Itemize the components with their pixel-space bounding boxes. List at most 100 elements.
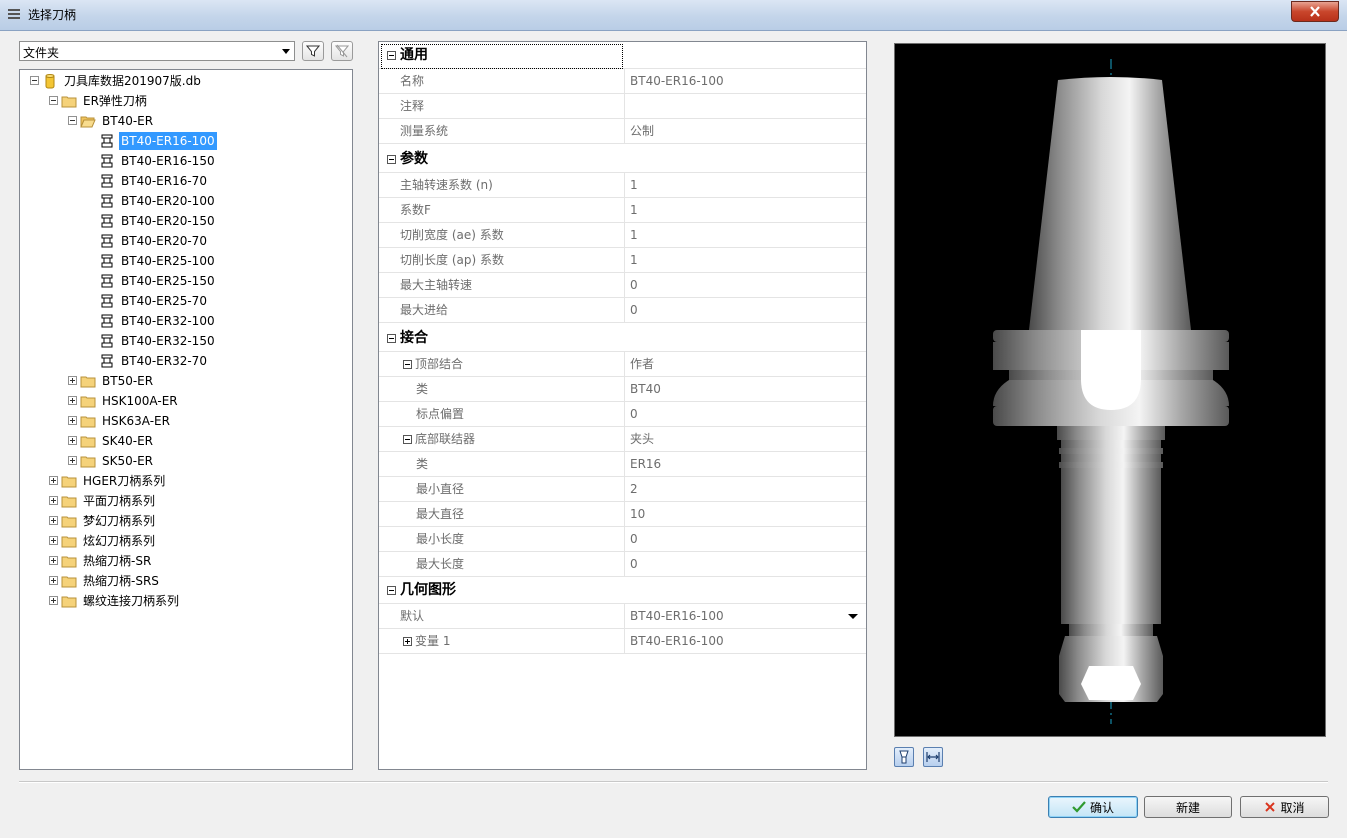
filter-button[interactable] xyxy=(302,41,324,61)
property-row[interactable]: 最大进给 0 xyxy=(379,298,866,323)
collapse-icon[interactable] xyxy=(387,586,396,595)
property-value[interactable]: 0 xyxy=(624,273,866,297)
property-row[interactable]: 最大长度 0 xyxy=(379,552,866,577)
expand-icon[interactable] xyxy=(68,436,77,445)
property-value[interactable]: 0 xyxy=(624,402,866,426)
property-row[interactable]: 主轴转速系数 (n) 1 xyxy=(379,173,866,198)
property-value[interactable]: 夹头 xyxy=(624,427,866,451)
tree-node-holder[interactable]: BT40-ER20-150 xyxy=(20,212,350,230)
property-value[interactable]: 1 xyxy=(624,223,866,247)
fit-width-button[interactable] xyxy=(923,747,943,767)
tree-node-holder[interactable]: BT40-ER16-150 xyxy=(20,152,350,170)
expand-icon[interactable] xyxy=(403,637,412,646)
property-value[interactable]: 0 xyxy=(624,298,866,322)
tree-node-holder[interactable]: BT40-ER25-100 xyxy=(20,252,350,270)
collapse-icon[interactable] xyxy=(387,155,396,164)
property-row[interactable]: 切削宽度 (ae) 系数 1 xyxy=(379,223,866,248)
property-row[interactable]: 类 ER16 xyxy=(379,452,866,477)
tool-holder-preview[interactable] xyxy=(894,43,1326,737)
cancel-button[interactable]: 取消 xyxy=(1240,796,1329,818)
tree-node-er-subgroup[interactable]: HSK100A-ER xyxy=(20,392,350,410)
category-geometry[interactable]: 几何图形 xyxy=(379,577,866,604)
property-value[interactable] xyxy=(624,94,866,118)
property-row[interactable]: 最小直径 2 xyxy=(379,477,866,502)
new-button[interactable]: 新建 xyxy=(1144,796,1232,818)
tree-node-holder[interactable]: BT40-ER25-70 xyxy=(20,292,350,310)
property-row[interactable]: 最大主轴转速 0 xyxy=(379,273,866,298)
property-value[interactable]: 公制 xyxy=(624,119,866,143)
expand-icon[interactable] xyxy=(68,416,77,425)
tree-node-bt40-group[interactable]: BT40-ER xyxy=(20,112,350,130)
property-value[interactable]: ER16 xyxy=(624,452,866,476)
tree-node-group[interactable]: 热缩刀柄-SRS xyxy=(20,572,350,590)
property-value[interactable]: BT40 xyxy=(624,377,866,401)
tree-node-group[interactable]: HGER刀柄系列 xyxy=(20,472,350,490)
tree-node-er-group[interactable]: ER弹性刀柄 xyxy=(20,92,350,110)
expand-icon[interactable] xyxy=(49,496,58,505)
property-value[interactable]: BT40-ER16-100 xyxy=(624,604,866,628)
close-button[interactable] xyxy=(1291,1,1339,22)
tree-node-holder[interactable]: BT40-ER32-70 xyxy=(20,352,350,370)
ok-button[interactable]: 确认 xyxy=(1048,796,1138,818)
tree-node-group[interactable]: 平面刀柄系列 xyxy=(20,492,350,510)
property-row-top-coupling[interactable]: 顶部结合 作者 xyxy=(379,352,866,377)
property-row[interactable]: 最大直径 10 xyxy=(379,502,866,527)
property-value[interactable]: 1 xyxy=(624,173,866,197)
tree-node-er-subgroup[interactable]: HSK63A-ER xyxy=(20,412,350,430)
property-value[interactable]: 10 xyxy=(624,502,866,526)
expand-icon[interactable] xyxy=(49,476,58,485)
property-row[interactable]: 注释 xyxy=(379,94,866,119)
view-holder-button[interactable] xyxy=(894,747,914,767)
clear-filter-button[interactable] xyxy=(331,41,353,61)
expand-icon[interactable] xyxy=(49,556,58,565)
collapse-icon[interactable] xyxy=(387,334,396,343)
property-value[interactable]: 1 xyxy=(624,198,866,222)
folder-select[interactable]: 文件夹 xyxy=(19,41,295,61)
expand-icon[interactable] xyxy=(68,456,77,465)
property-row[interactable]: 名称 BT40-ER16-100 xyxy=(379,69,866,94)
tree-node-er-subgroup[interactable]: SK40-ER xyxy=(20,432,350,450)
tree-node-group[interactable]: 热缩刀柄-SR xyxy=(20,552,350,570)
property-row-variant[interactable]: 变量 1 BT40-ER16-100 xyxy=(379,629,866,654)
tree-node-holder[interactable]: BT40-ER25-150 xyxy=(20,272,350,290)
category-coupling[interactable]: 接合 xyxy=(379,325,866,352)
tree-node-holder[interactable]: BT40-ER16-100 xyxy=(20,132,350,150)
property-value[interactable]: 1 xyxy=(624,248,866,272)
property-value[interactable]: 0 xyxy=(624,552,866,576)
property-row[interactable]: 最小长度 0 xyxy=(379,527,866,552)
property-row[interactable]: 类 BT40 xyxy=(379,377,866,402)
property-grid[interactable]: 通用 名称 BT40-ER16-100 注释 测量系统 公制 参数 主轴转速系数 (n)… xyxy=(378,41,867,770)
expand-icon[interactable] xyxy=(49,516,58,525)
collapse-icon[interactable] xyxy=(30,76,39,85)
tree-node-holder[interactable]: BT40-ER32-100 xyxy=(20,312,350,330)
property-value[interactable]: 作者 xyxy=(624,352,866,376)
tree-node-holder[interactable]: BT40-ER20-70 xyxy=(20,232,350,250)
property-row-default-geometry[interactable]: 默认 BT40-ER16-100 xyxy=(379,604,866,629)
property-row[interactable]: 标点偏置 0 xyxy=(379,402,866,427)
tree-node-holder[interactable]: BT40-ER32-150 xyxy=(20,332,350,350)
tree-node-holder[interactable]: BT40-ER20-100 xyxy=(20,192,350,210)
property-value[interactable]: BT40-ER16-100 xyxy=(624,69,866,93)
category-general[interactable]: 通用 xyxy=(379,42,866,69)
holder-tree[interactable]: 刀具库数据201907版.db ER弹性刀柄 BT40-ER BT40-ER16… xyxy=(19,69,353,770)
chevron-down-icon[interactable] xyxy=(848,614,858,619)
expand-icon[interactable] xyxy=(49,576,58,585)
expand-icon[interactable] xyxy=(68,396,77,405)
property-value[interactable]: 2 xyxy=(624,477,866,501)
tree-node-root[interactable]: 刀具库数据201907版.db xyxy=(20,72,350,90)
collapse-icon[interactable] xyxy=(403,435,412,444)
collapse-icon[interactable] xyxy=(68,116,77,125)
tree-node-group[interactable]: 梦幻刀柄系列 xyxy=(20,512,350,530)
property-row[interactable]: 切削长度 (ap) 系数 1 xyxy=(379,248,866,273)
collapse-icon[interactable] xyxy=(403,360,412,369)
tree-node-er-subgroup[interactable]: SK50-ER xyxy=(20,452,350,470)
tree-node-er-subgroup[interactable]: BT50-ER xyxy=(20,372,350,390)
property-row-bottom-coupling[interactable]: 底部联结器 夹头 xyxy=(379,427,866,452)
tree-node-holder[interactable]: BT40-ER16-70 xyxy=(20,172,350,190)
tree-node-group[interactable]: 炫幻刀柄系列 xyxy=(20,532,350,550)
tree-node-group[interactable]: 螺纹连接刀柄系列 xyxy=(20,592,350,610)
property-value[interactable]: 0 xyxy=(624,527,866,551)
expand-icon[interactable] xyxy=(49,596,58,605)
property-row[interactable]: 系数F 1 xyxy=(379,198,866,223)
expand-icon[interactable] xyxy=(68,376,77,385)
